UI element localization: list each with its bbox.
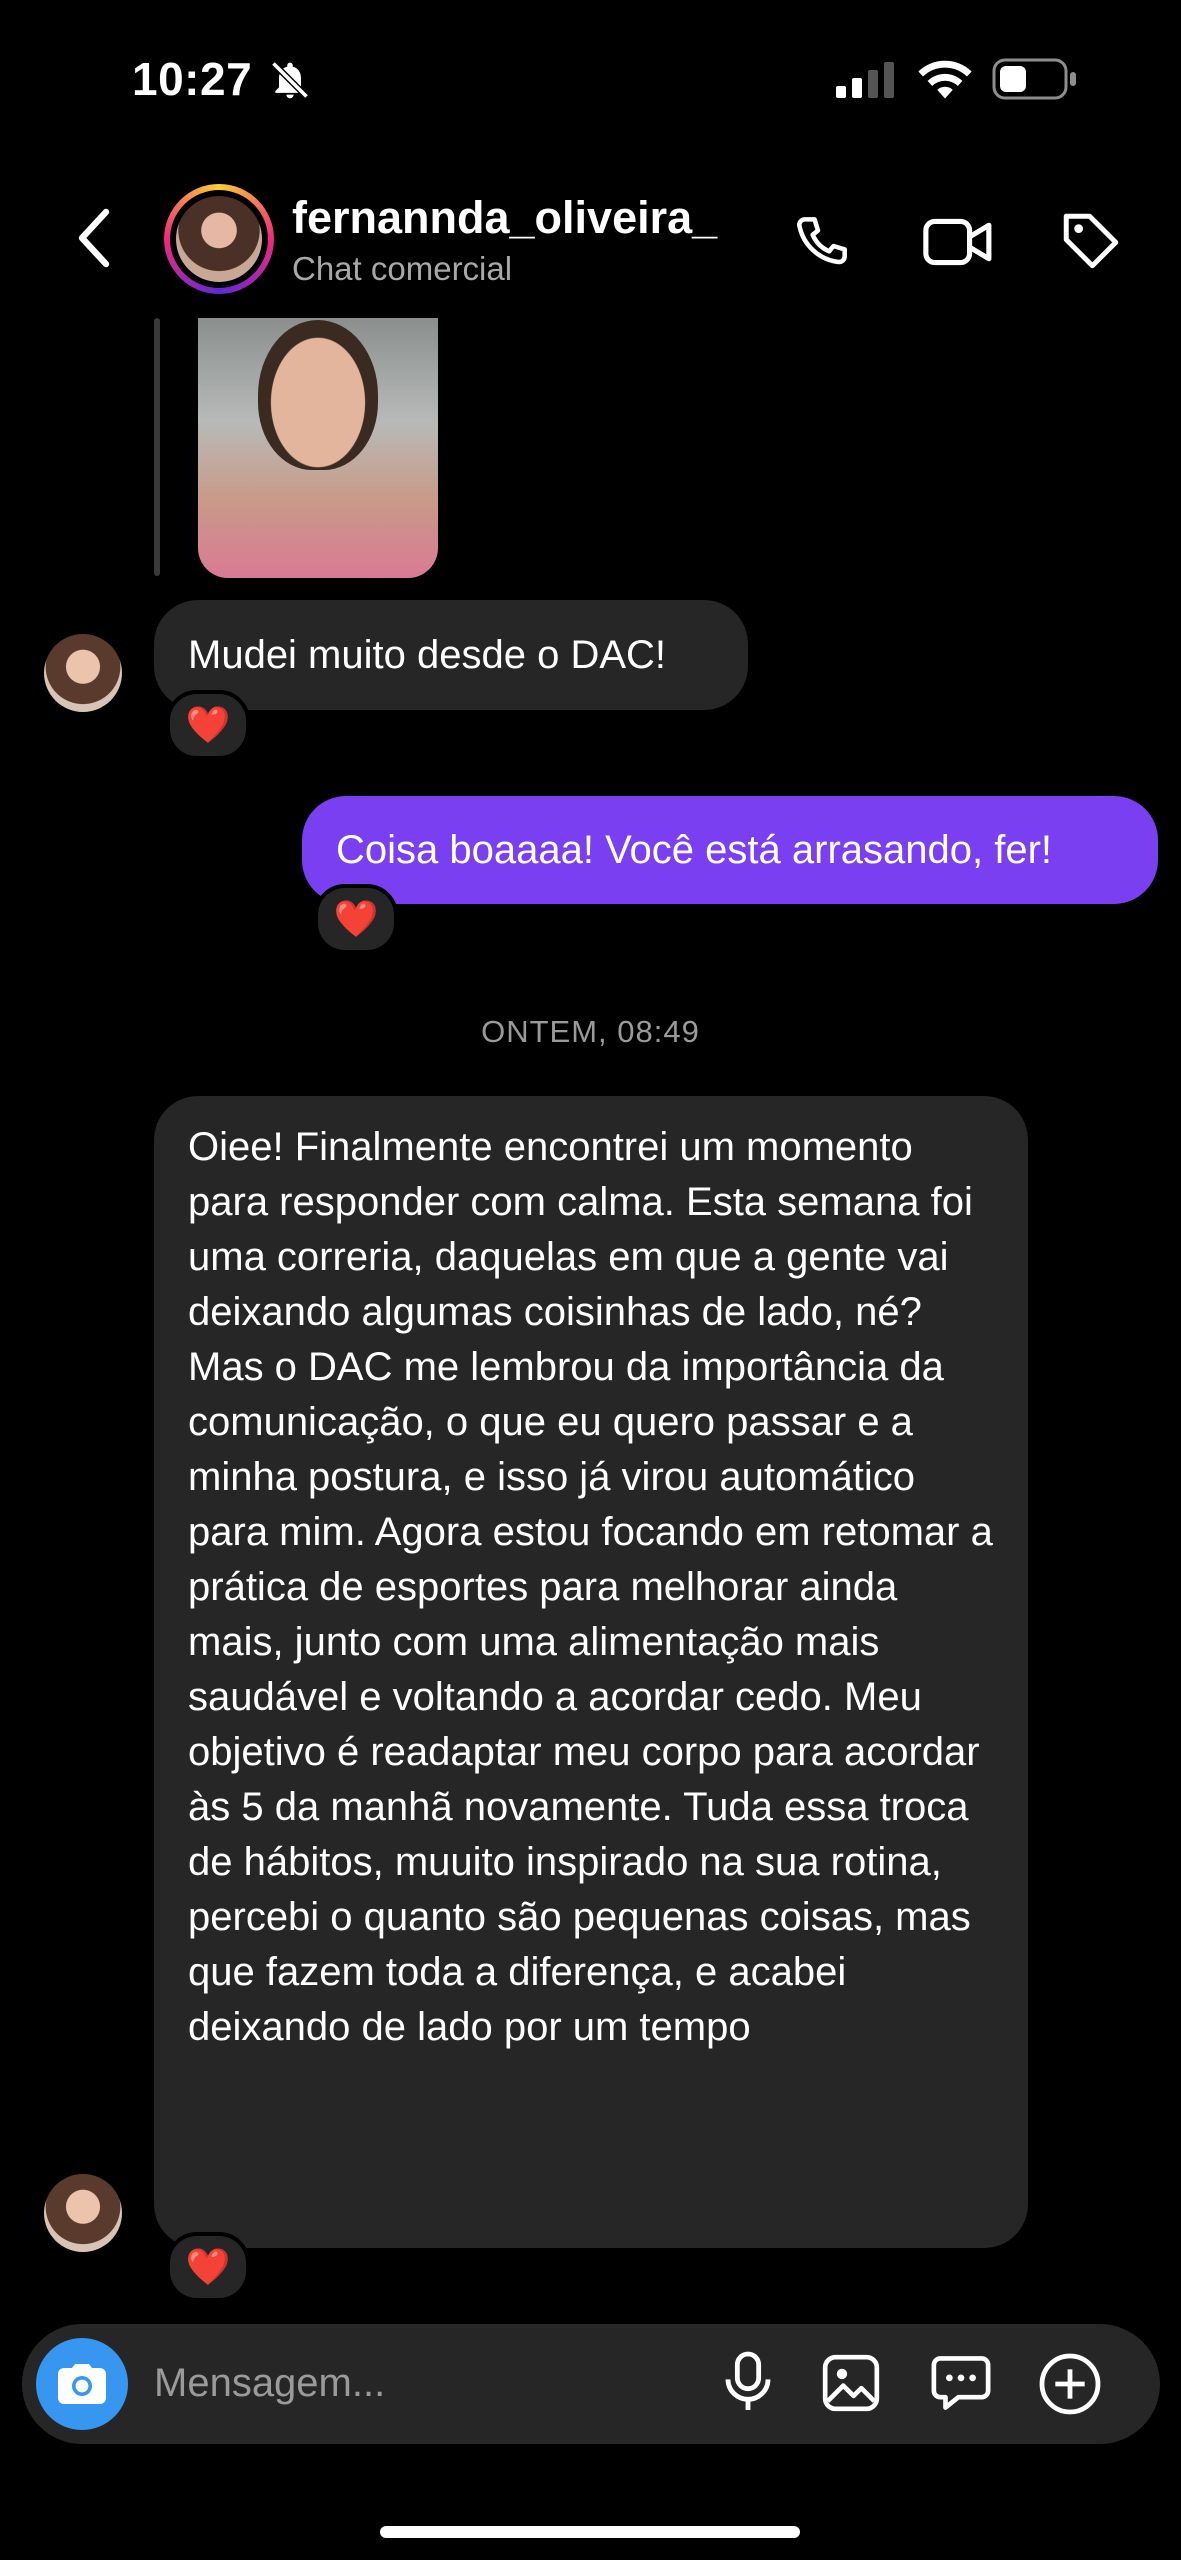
message-text: Mudei muito desde o DAC! [188,632,667,677]
heart-reaction-icon[interactable]: ❤️ [166,2232,250,2302]
video-call-icon[interactable] [922,212,994,277]
message-text: Oiee! Finalmente encontrei um momento pa… [188,1125,993,2049]
sender-avatar[interactable] [44,2174,122,2252]
back-chevron-icon[interactable] [74,206,114,275]
chat-subtitle: Chat comercial [292,250,513,287]
wifi-icon [916,56,974,105]
sticker-chat-icon[interactable] [930,2352,992,2419]
add-plus-icon[interactable] [1038,2352,1102,2421]
date-separator: ONTEM, 08:49 [481,1014,700,1049]
camera-button[interactable] [36,2338,128,2430]
message-input[interactable] [154,2352,674,2414]
home-indicator [380,2526,800,2538]
sender-avatar[interactable] [44,634,122,712]
avatar[interactable] [176,196,262,282]
bell-muted-icon [268,58,312,107]
camera-icon [58,2364,106,2404]
heart-reaction-icon[interactable]: ❤️ [166,690,250,760]
chat-username[interactable]: fernannda_oliveira_ [292,192,717,244]
shared-photo-subject [258,320,378,470]
heart-reaction-icon[interactable]: ❤️ [314,884,398,954]
message-bubble-outgoing[interactable]: Coisa boaaaa! Você está arrasando, fer! [302,796,1158,904]
gallery-icon[interactable] [820,2352,882,2419]
microphone-icon[interactable] [720,2350,776,2419]
tag-icon[interactable] [1058,208,1124,279]
message-bubble-incoming[interactable]: Mudei muito desde o DAC! [154,600,748,710]
battery-icon [992,58,1078,105]
cellular-signal-icon [836,62,896,103]
phone-call-icon[interactable] [790,210,854,279]
reply-indicator-line [154,318,160,576]
message-text: Coisa boaaaa! Você está arrasando, fer! [336,827,1053,872]
message-bubble-incoming[interactable]: Oiee! Finalmente encontrei um momento pa… [154,1096,1028,2248]
status-time: 10:27 [132,53,253,105]
